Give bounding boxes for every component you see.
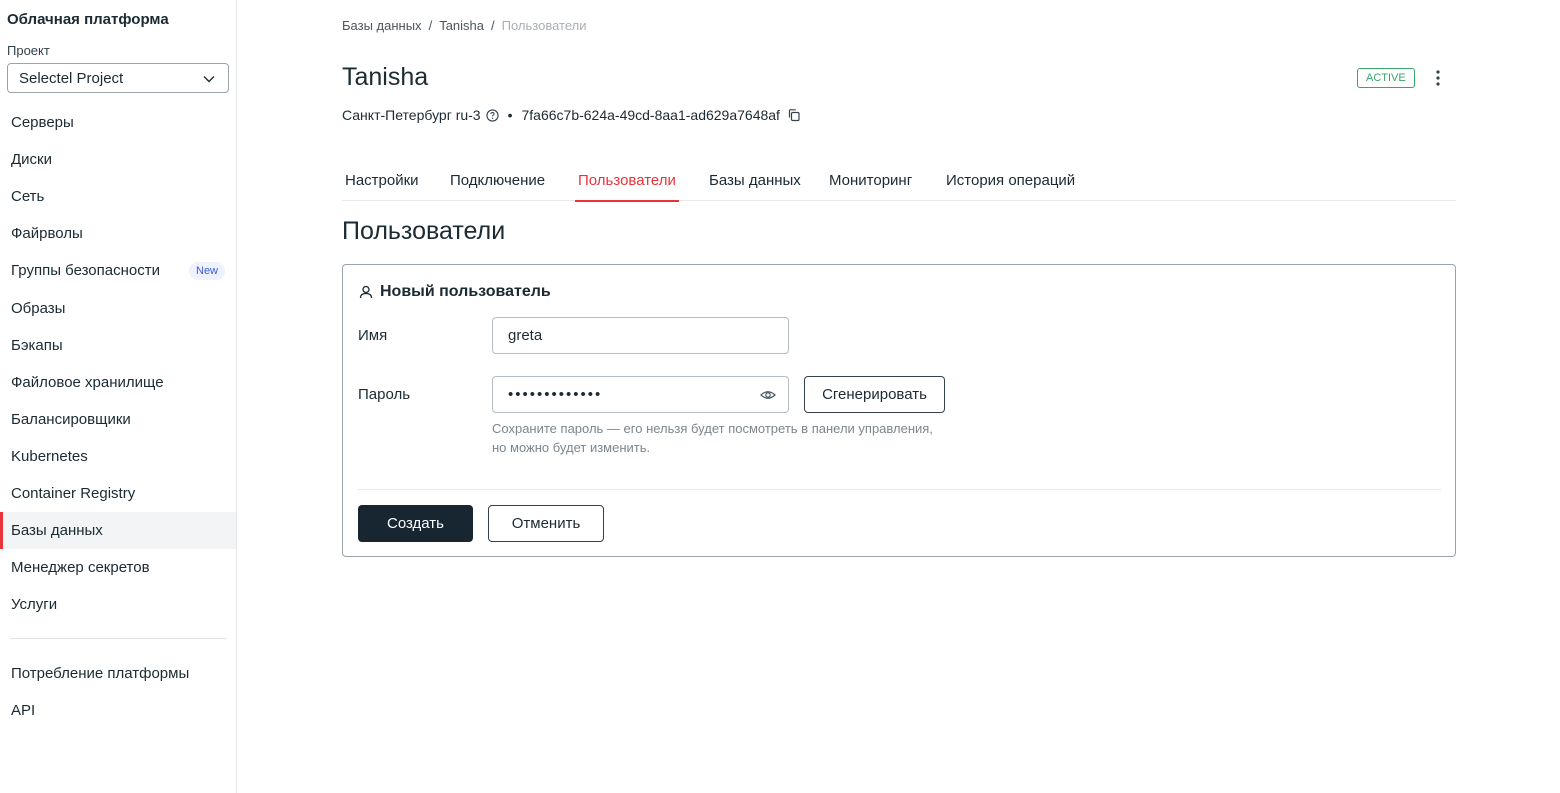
form-divider — [358, 489, 1441, 490]
name-label: Имя — [358, 327, 388, 344]
sidebar-item-label: Файловое хранилище — [11, 373, 164, 391]
new-badge: New — [189, 262, 226, 281]
sidebar-item-label: Балансировщики — [11, 410, 131, 428]
sidebar-item-api[interactable]: API — [0, 692, 236, 729]
sidebar-item-label: API — [11, 702, 36, 720]
status-badge: ACTIVE — [1357, 68, 1415, 88]
password-label: Пароль — [358, 386, 411, 403]
tab-databases[interactable]: Базы данных — [706, 160, 804, 201]
tab-operations-history[interactable]: История операций — [943, 160, 1078, 201]
name-input[interactable]: greta — [492, 317, 789, 354]
breadcrumb-current: Пользователи — [501, 18, 587, 33]
form-header-label: Новый пользователь — [380, 283, 551, 300]
project-select-value: Selectel Project — [19, 69, 124, 87]
form-header: Новый пользователь — [358, 283, 551, 301]
platform-title: Облачная платформа — [7, 11, 169, 28]
section-title: Пользователи — [342, 217, 506, 245]
tabs: Настройки Подключение Пользователи Базы … — [342, 160, 1456, 202]
sidebar-item-network[interactable]: Сеть — [0, 178, 236, 215]
tab-connection[interactable]: Подключение — [447, 160, 548, 201]
sidebar-item-security-groups[interactable]: Группы безопасности New — [0, 252, 236, 289]
sidebar-bottom-nav: Потребление платформы API — [0, 655, 236, 729]
more-vertical-icon — [1436, 70, 1440, 86]
sidebar-nav: Серверы Диски Сеть Файрволы Группы безоп… — [0, 104, 236, 623]
project-label: Проект — [7, 43, 50, 58]
cluster-meta: Санкт-Петербург ru-3 • 7fa66c7b-624a-49c… — [342, 105, 801, 125]
sidebar-item-container-registry[interactable]: Container Registry — [0, 475, 236, 512]
breadcrumb-tanisha[interactable]: Tanisha — [439, 18, 484, 33]
sidebar-item-platform-usage[interactable]: Потребление платформы — [0, 655, 236, 692]
chevron-down-icon — [203, 76, 215, 83]
breadcrumb-separator: / — [491, 18, 495, 33]
sidebar-item-label: Container Registry — [11, 484, 136, 502]
sidebar-item-label: Диски — [11, 151, 52, 169]
sidebar-item-load-balancers[interactable]: Балансировщики — [0, 401, 236, 438]
create-button[interactable]: Создать — [358, 505, 473, 542]
sidebar-item-label: Менеджер секретов — [11, 559, 150, 577]
sidebar-item-label: Базы данных — [11, 522, 103, 540]
password-input[interactable]: ••••••••••••• — [492, 376, 789, 413]
sidebar-item-label: Серверы — [11, 114, 74, 132]
sidebar-item-kubernetes[interactable]: Kubernetes — [0, 438, 236, 475]
page-title: Tanisha — [342, 63, 429, 91]
sidebar-item-secrets-manager[interactable]: Менеджер секретов — [0, 549, 236, 586]
cancel-button[interactable]: Отменить — [488, 505, 604, 542]
project-select[interactable]: Selectel Project — [7, 63, 229, 93]
breadcrumb-separator: / — [428, 18, 433, 33]
new-user-form: Новый пользователь Имя greta Пароль ••••… — [342, 264, 1456, 557]
sidebar-item-servers[interactable]: Серверы — [0, 104, 236, 141]
sidebar-item-backups[interactable]: Бэкапы — [0, 327, 236, 364]
sidebar-item-label: Сеть — [11, 188, 45, 206]
more-options-button[interactable] — [1428, 66, 1448, 90]
password-hint: Сохраните пароль — его нельзя будет посм… — [492, 419, 952, 457]
sidebar-item-file-storage[interactable]: Файловое хранилище — [0, 364, 236, 401]
tab-settings[interactable]: Настройки — [342, 160, 422, 201]
breadcrumb: Базы данных / Tanisha / Пользователи — [342, 18, 586, 33]
tab-users[interactable]: Пользователи — [575, 160, 679, 202]
sidebar-divider — [10, 638, 226, 639]
sidebar-item-firewalls[interactable]: Файрволы — [0, 215, 236, 252]
sidebar-item-label: Файрволы — [11, 225, 83, 243]
breadcrumb-databases[interactable]: Базы данных — [342, 18, 422, 33]
region-label: Санкт-Петербург ru-3 — [342, 107, 481, 123]
generate-password-button[interactable]: Сгенерировать — [804, 376, 945, 413]
sidebar: Облачная платформа Проект Selectel Proje… — [0, 0, 237, 793]
sidebar-item-label: Потребление платформы — [11, 665, 190, 683]
sidebar-item-label: Бэкапы — [11, 336, 63, 354]
password-hint-line: Сохраните пароль — его нельзя будет посм… — [492, 421, 933, 436]
sidebar-item-label: Группы безопасности — [11, 262, 160, 280]
sidebar-item-label: Образы — [11, 299, 66, 317]
cluster-id: 7fa66c7b-624a-49cd-8aa1-ad629a7648af — [521, 107, 780, 123]
name-input-value: greta — [508, 327, 543, 344]
tab-monitoring[interactable]: Мониторинг — [826, 160, 915, 201]
password-input-value: ••••••••••••• — [508, 386, 603, 403]
meta-separator: • — [507, 107, 513, 123]
password-hint-line: но можно будет изменить. — [492, 440, 651, 455]
user-icon — [359, 285, 373, 299]
sidebar-item-label: Kubernetes — [11, 447, 88, 465]
sidebar-item-images[interactable]: Образы — [0, 289, 236, 326]
sidebar-item-disks[interactable]: Диски — [0, 141, 236, 178]
sidebar-item-databases[interactable]: Базы данных — [0, 512, 236, 550]
sidebar-item-services[interactable]: Услуги — [0, 586, 236, 623]
copy-icon[interactable] — [787, 108, 801, 122]
help-icon[interactable] — [485, 108, 499, 122]
eye-icon[interactable] — [760, 387, 776, 403]
sidebar-item-label: Услуги — [11, 596, 58, 614]
